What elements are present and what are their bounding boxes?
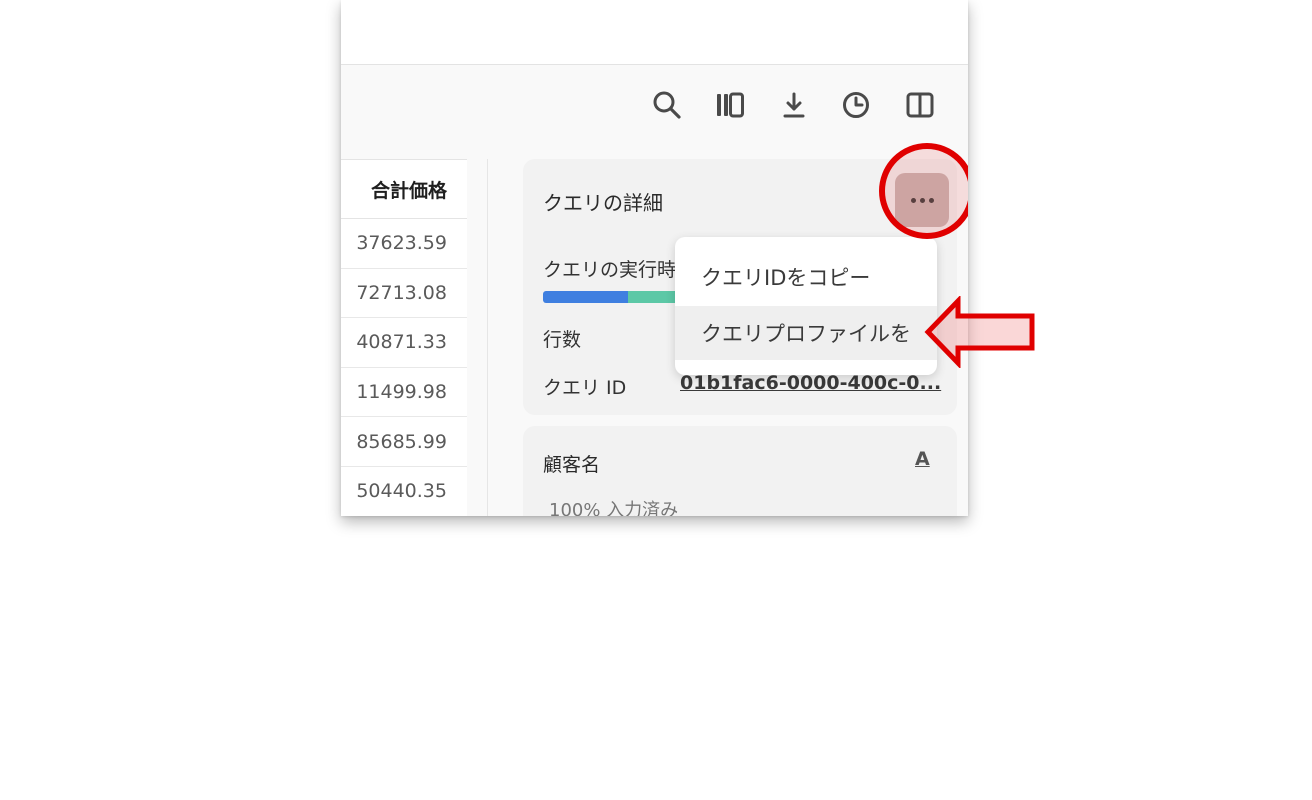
cell-value: 72713.08 [356, 281, 447, 304]
menu-item-view-query-profile[interactable]: クエリプロファイルを [675, 306, 937, 360]
ellipsis-icon [910, 197, 916, 203]
column-stats-card: 顧客名 A 100% 入力済み [523, 426, 957, 516]
cell-value: 11499.98 [356, 381, 447, 404]
table-row[interactable]: 85685.99 [341, 417, 467, 467]
top-bar [341, 0, 968, 65]
execution-time-label: クエリの実行時 [543, 259, 677, 281]
panel-divider[interactable] [487, 159, 488, 516]
table-row[interactable]: 50440.35 [341, 467, 467, 516]
app-window: 合計価格 37623.59 72713.08 40871.33 11499.98… [341, 0, 968, 516]
results-table: 合計価格 37623.59 72713.08 40871.33 11499.98… [341, 159, 467, 516]
panel-toggle-icon[interactable] [904, 89, 936, 121]
column-name: 顧客名 [543, 454, 601, 476]
text-type-icon[interactable]: A [915, 448, 930, 470]
menu-item-copy-query-id[interactable]: クエリIDをコピー [675, 250, 937, 304]
query-id-label: クエリ ID [543, 377, 627, 399]
ellipsis-icon [928, 197, 934, 203]
table-row[interactable]: 37623.59 [341, 219, 467, 269]
cell-value: 37623.59 [356, 232, 447, 255]
cell-value: 40871.33 [356, 331, 447, 354]
cell-value: 85685.99 [356, 430, 447, 453]
query-details-title: クエリの詳細 [543, 191, 663, 215]
history-icon[interactable] [840, 89, 872, 121]
search-icon[interactable] [651, 89, 683, 121]
column-header-label: 合計価格 [370, 179, 447, 202]
more-options-button[interactable] [895, 173, 949, 227]
results-toolbar [341, 65, 968, 145]
table-row[interactable]: 40871.33 [341, 318, 467, 368]
fill-rate-label: 100% 入力済み [549, 500, 679, 516]
table-row[interactable]: 72713.08 [341, 269, 467, 319]
execution-bar-segment-compile [543, 291, 628, 303]
row-count-label: 行数 [543, 329, 582, 351]
query-id-link[interactable]: 01b1fac6-0000-400c-0... [680, 372, 942, 394]
cell-value: 50440.35 [356, 480, 447, 503]
column-header-total-price[interactable]: 合計価格 [341, 159, 467, 219]
download-icon[interactable] [778, 89, 810, 121]
more-options-menu: クエリIDをコピー クエリプロファイルを [675, 237, 937, 375]
columns-icon[interactable] [714, 89, 746, 121]
ellipsis-icon [919, 197, 925, 203]
table-row[interactable]: 11499.98 [341, 368, 467, 418]
